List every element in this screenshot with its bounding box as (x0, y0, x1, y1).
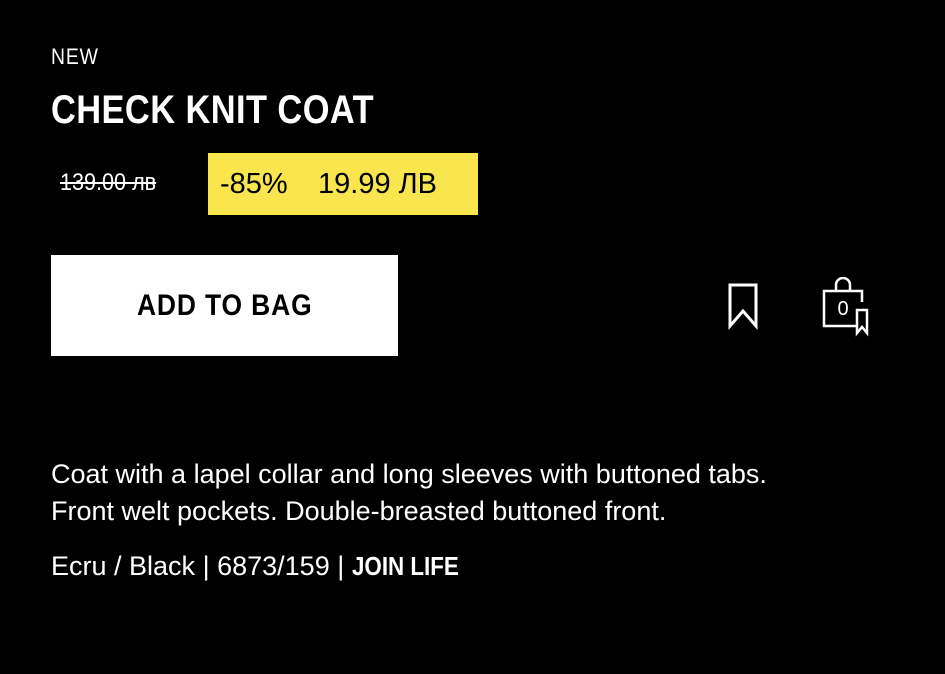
discount-percent: -85% (220, 168, 288, 200)
join-life-link[interactable]: JOIN LIFE (352, 551, 459, 582)
add-to-bag-label: ADD TO BAG (136, 288, 313, 322)
separator: | (337, 551, 345, 581)
sale-price-box: -85% 19.99 ЛВ (208, 153, 478, 215)
bag-count: 0 (837, 298, 849, 320)
description-line-1: Coat with a lapel collar and long sleeve… (51, 459, 767, 489)
shopping-bag-button[interactable]: 0 (821, 276, 875, 337)
description-line-2: Front welt pockets. Double-breasted butt… (51, 496, 667, 526)
add-to-bag-button[interactable]: ADD TO BAG (51, 255, 398, 356)
price-row: 139.00 лв -85% 19.99 ЛВ (51, 153, 551, 215)
bookmark-icon[interactable] (727, 282, 759, 331)
separator: | (202, 551, 210, 581)
product-title: CHECK KNIT COAT (51, 88, 375, 132)
product-info-panel: NEW CHECK KNIT COAT 139.00 лв -85% 19.99… (51, 0, 911, 674)
sale-price: 19.99 ЛВ (318, 168, 438, 200)
product-description: Coat with a lapel collar and long sleeve… (51, 456, 911, 530)
color-name: Ecru / Black (51, 551, 196, 581)
reference-number: 6873/159 (217, 551, 330, 581)
product-meta: Ecru / Black | 6873/159 | JOIN LIFE (51, 551, 476, 582)
original-price: 139.00 лв (60, 169, 157, 196)
new-badge: NEW (51, 44, 99, 69)
